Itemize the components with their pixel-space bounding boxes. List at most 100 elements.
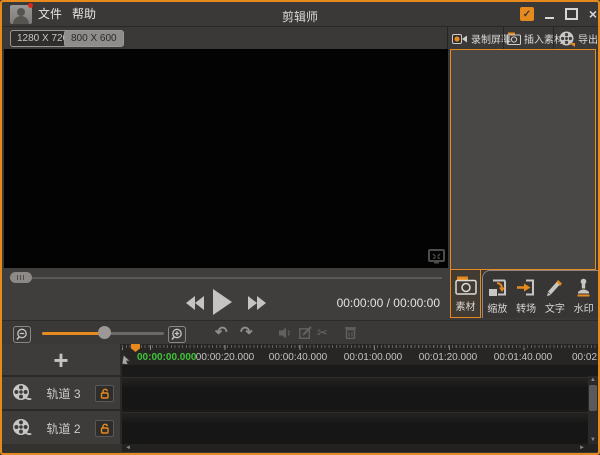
timeline-track-lane-2[interactable] (122, 412, 588, 444)
add-track-button[interactable]: + (2, 344, 120, 377)
play-button[interactable] (213, 289, 232, 315)
main-toolbar: 1280 X 720 800 X 600 录制屏幕 插入素材 (2, 26, 598, 51)
export-label: 导出 (578, 31, 598, 46)
text-pencil-icon (545, 278, 564, 297)
film-reel-icon (12, 383, 32, 403)
scroll-up-icon[interactable]: ▲ (588, 376, 598, 384)
tab-watermark[interactable]: 水印 (569, 271, 598, 325)
fast-forward-button[interactable] (248, 296, 266, 310)
playback-bar (2, 268, 450, 320)
material-panel (450, 49, 596, 270)
app-window: 文件 帮助 剪辑师 ✓ × 1280 X 720 800 X 600 录制屏幕 (0, 0, 600, 455)
feedback-check-icon[interactable]: ✓ (520, 7, 534, 21)
toolbar-separator (447, 27, 448, 50)
notification-dot (28, 3, 33, 8)
toolbar-separator (553, 27, 554, 50)
ruler-label: 00:00:40.000 (263, 352, 333, 363)
menu-file[interactable]: 文件 (38, 7, 62, 21)
export-button[interactable]: 导出 (559, 27, 598, 50)
insert-material-label: 插入素材 (524, 31, 564, 46)
rewind-button[interactable] (186, 296, 204, 310)
window-title: 剪辑师 (282, 8, 318, 25)
track-row-2[interactable]: 轨道 2 (2, 412, 120, 446)
ruler-label: 00:01:00.000 (338, 352, 408, 363)
tab-text[interactable]: 文字 (541, 271, 570, 325)
track-3-lock-button[interactable] (95, 385, 114, 402)
avatar-person-icon (17, 8, 25, 16)
toolbar-separator (503, 27, 504, 50)
user-avatar[interactable] (10, 5, 32, 24)
seek-track[interactable] (10, 277, 442, 279)
delete-button[interactable] (345, 326, 356, 339)
fullscreen-icon[interactable] (428, 249, 445, 264)
track-row-3[interactable]: 轨道 3 (2, 377, 120, 411)
maximize-icon (565, 8, 578, 20)
menu-help[interactable]: 帮助 (72, 7, 96, 21)
zoom-in-button[interactable] (168, 326, 186, 343)
timeline-zoom-slider-fill (42, 332, 104, 335)
tab-scale-label: 缩放 (487, 300, 507, 315)
tab-watermark-label: 水印 (574, 300, 594, 315)
zoom-out-button[interactable] (13, 326, 31, 343)
time-display: 00:00:00 / 00:00:00 (337, 296, 440, 310)
edit-clip-button[interactable] (299, 326, 312, 339)
insert-material-icon (507, 32, 521, 45)
tab-material[interactable]: 素材 (450, 270, 481, 318)
cut-button[interactable]: ✂ (317, 325, 328, 341)
zoom-out-icon (16, 328, 29, 341)
mute-button[interactable] (279, 327, 292, 339)
maximize-button[interactable] (563, 7, 579, 21)
tab-transition-label: 转场 (516, 300, 536, 315)
tab-transition[interactable]: 转场 (512, 271, 541, 325)
ruler-label: 00:02:0 (572, 352, 598, 363)
play-icon (213, 289, 232, 315)
seek-handle[interactable] (10, 272, 32, 283)
horizontal-scrollbar[interactable]: ◄ ► (122, 444, 588, 452)
fast-forward-icon (257, 296, 266, 310)
scale-icon (487, 278, 507, 297)
track-2-lock-button[interactable] (95, 420, 114, 437)
undo-button[interactable]: ↶ (215, 324, 228, 342)
timeline-ruler[interactable]: 00:00:00.000 00:00:20.000 00:00:40.000 0… (122, 344, 598, 365)
rewind-icon (186, 296, 195, 310)
ruler-current-time: 00:00:00.000 (137, 352, 197, 363)
record-screen-label: 录制屏幕 (471, 31, 511, 46)
minimize-button[interactable] (541, 7, 557, 21)
timeline-track-lane-3[interactable] (122, 377, 588, 409)
track-panel: + 轨道 3 (2, 344, 122, 444)
avatar-person-icon (13, 16, 29, 24)
titlebar: 文件 帮助 剪辑师 ✓ × (2, 2, 598, 25)
track-2-label: 轨道 2 (32, 420, 95, 437)
film-reel-icon (12, 418, 32, 438)
transition-icon (516, 278, 536, 297)
minimize-icon (545, 17, 554, 19)
track-panel-footer (2, 444, 122, 453)
scroll-left-icon[interactable]: ◄ (125, 444, 131, 452)
insert-material-button[interactable]: 插入素材 (507, 27, 564, 50)
redo-button[interactable]: ↷ (240, 324, 253, 342)
unlock-icon (99, 423, 110, 434)
tab-material-label: 素材 (456, 298, 476, 313)
zoom-in-icon (171, 328, 184, 341)
ruler-label: 00:01:20.000 (413, 352, 483, 363)
scroll-right-icon[interactable]: ► (579, 444, 585, 452)
watermark-stamp-icon (575, 278, 592, 297)
mouse-cursor (122, 349, 135, 365)
ruler-label: 00:01:40.000 (488, 352, 558, 363)
material-camera-icon (455, 276, 477, 295)
vertical-scrollbar-thumb[interactable] (589, 385, 597, 411)
resolution-800x600-button[interactable]: 800 X 600 (64, 30, 124, 47)
track-3-label: 轨道 3 (32, 385, 95, 402)
rewind-icon (195, 296, 204, 310)
export-film-reel-icon (559, 31, 575, 47)
scroll-down-icon[interactable]: ▼ (588, 436, 598, 444)
tab-scale[interactable]: 缩放 (483, 271, 512, 325)
vertical-scrollbar[interactable]: ▲ ▼ (588, 376, 598, 444)
panel-tab-bar: 缩放 转场 文字 水印 (482, 270, 598, 318)
timeline-zoom-slider-handle[interactable] (98, 326, 111, 339)
video-preview (4, 49, 448, 268)
unlock-icon (99, 388, 110, 399)
timeline-toolbar: ↶ ↷ ✂ (2, 320, 598, 345)
tab-text-label: 文字 (545, 300, 565, 315)
close-button[interactable]: × (585, 7, 600, 21)
